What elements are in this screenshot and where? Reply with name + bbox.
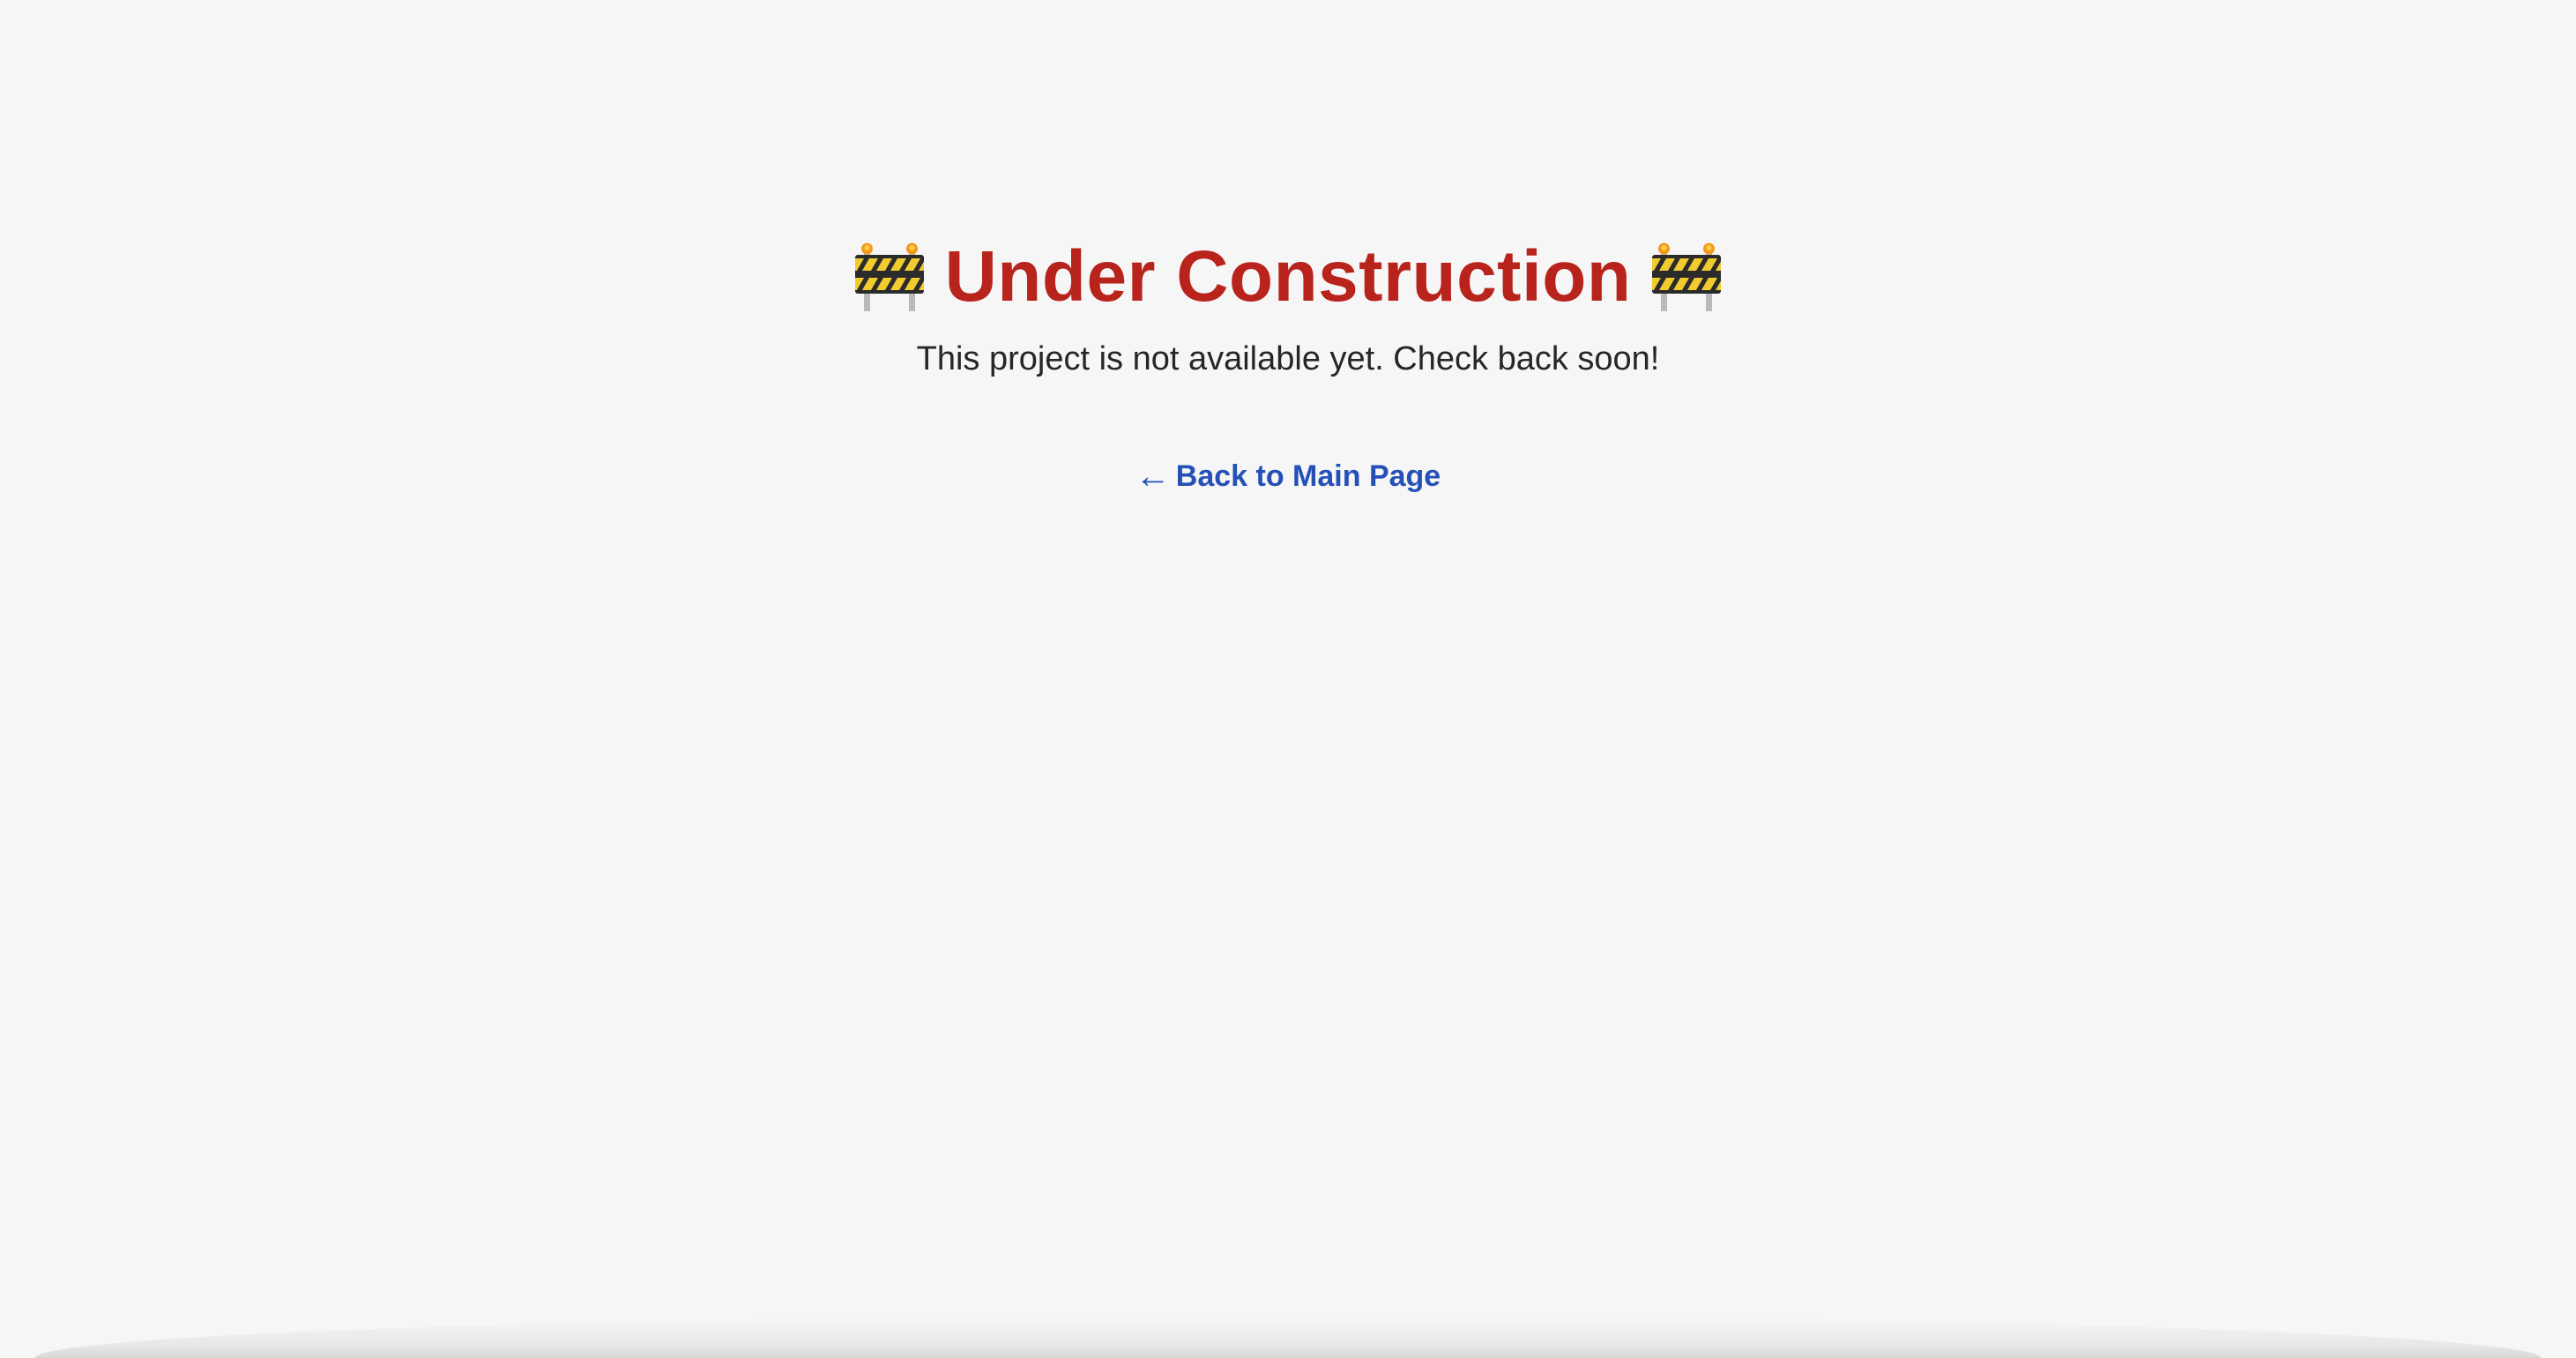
construction-barrier-icon — [1652, 242, 1722, 311]
main-content: Under Construction This project is not a… — [0, 231, 2576, 494]
page-title: Under Construction — [0, 231, 2576, 323]
status-message: This project is not available yet. Check… — [916, 340, 1660, 377]
construction-barrier-icon — [854, 242, 924, 311]
back-to-main-page-link[interactable]: ← Back to Main Page — [1135, 459, 1441, 494]
back-link-label: Back to Main Page — [1175, 459, 1441, 493]
heading-text: Under Construction — [944, 236, 1632, 317]
page: Under Construction This project is not a… — [0, 0, 2576, 1358]
back-link-container: ← Back to Main Page — [0, 459, 2576, 494]
arrow-left-icon: ← — [1135, 457, 1171, 496]
